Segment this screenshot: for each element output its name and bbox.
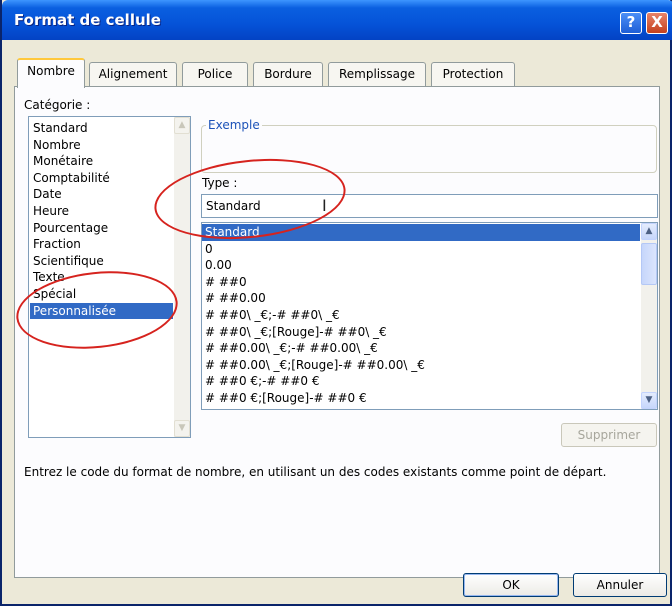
type-format-scrollbar[interactable]: ▲ ▼ [641, 223, 657, 409]
format-cells-dialog: Format de cellule ? X Nombre Alignement … [0, 0, 672, 606]
chevron-down-icon[interactable]: ▼ [174, 420, 190, 437]
ok-button[interactable]: OK [463, 573, 559, 597]
format-item[interactable]: # ##0.00 [202, 290, 640, 307]
category-item-heure[interactable]: Heure [30, 203, 173, 220]
delete-button[interactable]: Supprimer [561, 423, 657, 447]
scrollbar-thumb[interactable] [641, 243, 657, 285]
example-label: Exemple [206, 118, 262, 132]
close-icon: X [651, 13, 663, 31]
chevron-up-icon[interactable]: ▲ [174, 117, 190, 134]
tab-alignement[interactable]: Alignement [89, 62, 177, 86]
category-item-pourcentage[interactable]: Pourcentage [30, 220, 173, 237]
tab-nombre[interactable]: Nombre [17, 58, 85, 88]
format-item[interactable]: # ##0\ _€;-# ##0\ _€ [202, 307, 640, 324]
format-item[interactable]: # ##0.00\ _€;[Rouge]-# ##0.00\ _€ [202, 357, 640, 374]
format-item[interactable]: 0 [202, 241, 640, 258]
format-item[interactable]: # ##0 [202, 274, 640, 291]
format-item[interactable]: 0.00 [202, 257, 640, 274]
format-item[interactable]: # ##0\ _€;[Rouge]-# ##0\ _€ [202, 324, 640, 341]
close-button[interactable]: X [646, 12, 668, 34]
tab-remplissage[interactable]: Remplissage [328, 62, 426, 86]
tab-police[interactable]: Police [182, 62, 248, 86]
format-item[interactable]: # ##0 €;-# ##0 € [202, 373, 640, 390]
help-button[interactable]: ? [620, 12, 642, 34]
format-description: Entrez le code du format de nombre, en u… [24, 465, 607, 479]
category-item-monetaire[interactable]: Monétaire [30, 153, 173, 170]
tab-bordure[interactable]: Bordure [253, 62, 323, 86]
format-item[interactable]: # ##0.00\ _€;-# ##0.00\ _€ [202, 340, 640, 357]
category-item-scientifique[interactable]: Scientifique [30, 253, 173, 270]
type-format-listbox[interactable]: Standard 0 0.00 # ##0 # ##0.00 # ##0\ _€… [201, 222, 658, 410]
category-item-comptabilite[interactable]: Comptabilité [30, 170, 173, 187]
cancel-button[interactable]: Annuler [573, 573, 667, 597]
dialog-title: Format de cellule [14, 11, 161, 29]
title-bar[interactable]: Format de cellule ? X [2, 0, 672, 40]
type-format-items: Standard 0 0.00 # ##0 # ##0.00 # ##0\ _€… [202, 224, 640, 407]
category-scrollbar[interactable]: ▲ ▼ [174, 117, 190, 437]
help-icon: ? [626, 13, 636, 31]
category-item-fraction[interactable]: Fraction [30, 236, 173, 253]
chevron-down-icon[interactable]: ▼ [641, 392, 657, 409]
category-item-standard[interactable]: Standard [30, 120, 173, 137]
tab-protection[interactable]: Protection [431, 62, 515, 86]
category-label: Catégorie : [24, 98, 91, 112]
category-item-nombre[interactable]: Nombre [30, 137, 173, 154]
category-item-date[interactable]: Date [30, 186, 173, 203]
format-item[interactable]: # ##0 €;[Rouge]-# ##0 € [202, 390, 640, 407]
chevron-up-icon[interactable]: ▲ [641, 223, 657, 240]
